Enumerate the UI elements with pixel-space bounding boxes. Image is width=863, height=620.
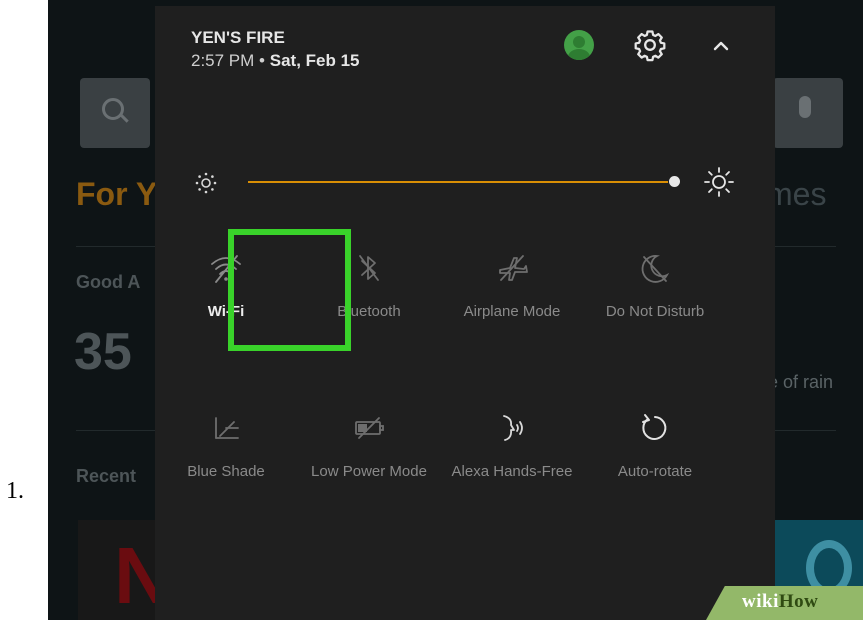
brightness-high-icon [704, 167, 734, 197]
status-datetime: 2:57 PM • Sat, Feb 15 [191, 51, 360, 71]
background-games-heading: mes [766, 176, 827, 212]
settings-gear-icon[interactable] [633, 28, 667, 62]
alexa-voice-icon [503, 415, 523, 441]
wikihow-watermark: wikiHow [706, 586, 863, 620]
tile-label: Blue Shade [187, 463, 265, 480]
brightness-slider-track[interactable] [248, 181, 668, 183]
brightness-low-icon [195, 172, 217, 194]
tile-label: Low Power Mode [311, 463, 427, 480]
wifi-highlight-box [228, 229, 351, 351]
quick-settings-panel: YEN'S FIRE 2:57 PM • Sat, Feb 15 Wi-Fi B… [155, 6, 775, 620]
tile-label: Airplane Mode [463, 303, 561, 320]
status-date: Sat, Feb 15 [269, 51, 360, 70]
tile-label: Auto-rotate [617, 463, 693, 480]
tablet-screen: For Y mes Good A 35 e of rain Recent N Y… [48, 0, 863, 620]
tile-label: Do Not Disturb [605, 303, 705, 320]
tile-label: Alexa Hands-Free [451, 463, 573, 480]
airplane-off-icon [499, 255, 528, 281]
status-time: 2:57 PM [191, 51, 255, 70]
profile-avatar[interactable] [564, 30, 594, 60]
microphone-icon [799, 96, 811, 118]
background-recent-heading: Recent [76, 466, 137, 486]
background-netflix-tile: N [78, 520, 172, 620]
background-rain-text: e of rain [768, 372, 834, 392]
tile-low-power-mode[interactable]: Low Power Mode [299, 408, 439, 482]
device-name: YEN'S FIRE [191, 28, 285, 47]
list-number: 1. [6, 478, 24, 504]
rotate-icon [642, 414, 667, 440]
tile-auto-rotate[interactable]: Auto-rotate [585, 408, 725, 482]
blue-shade-icon [215, 417, 239, 439]
status-separator: • [259, 51, 265, 70]
collapse-chevron-icon[interactable] [711, 36, 731, 56]
tile-do-not-disturb[interactable]: Do Not Disturb [585, 248, 725, 322]
tile-alexa-hands-free[interactable]: Alexa Hands-Free [442, 408, 582, 482]
brightness-slider-thumb[interactable] [669, 176, 680, 187]
moon-off-icon [641, 255, 670, 283]
battery-off-icon [355, 417, 384, 439]
background-greeting: Good A [76, 272, 141, 292]
bluetooth-off-icon [359, 255, 379, 281]
background-for-you-heading: For Y [76, 176, 158, 212]
background-mic-button [773, 78, 843, 148]
tile-blue-shade[interactable]: Blue Shade [156, 408, 296, 482]
background-search-button [80, 78, 150, 148]
background-temperature: 35 [74, 323, 132, 381]
tile-airplane-mode[interactable]: Airplane Mode [442, 248, 582, 322]
search-icon [102, 98, 124, 120]
